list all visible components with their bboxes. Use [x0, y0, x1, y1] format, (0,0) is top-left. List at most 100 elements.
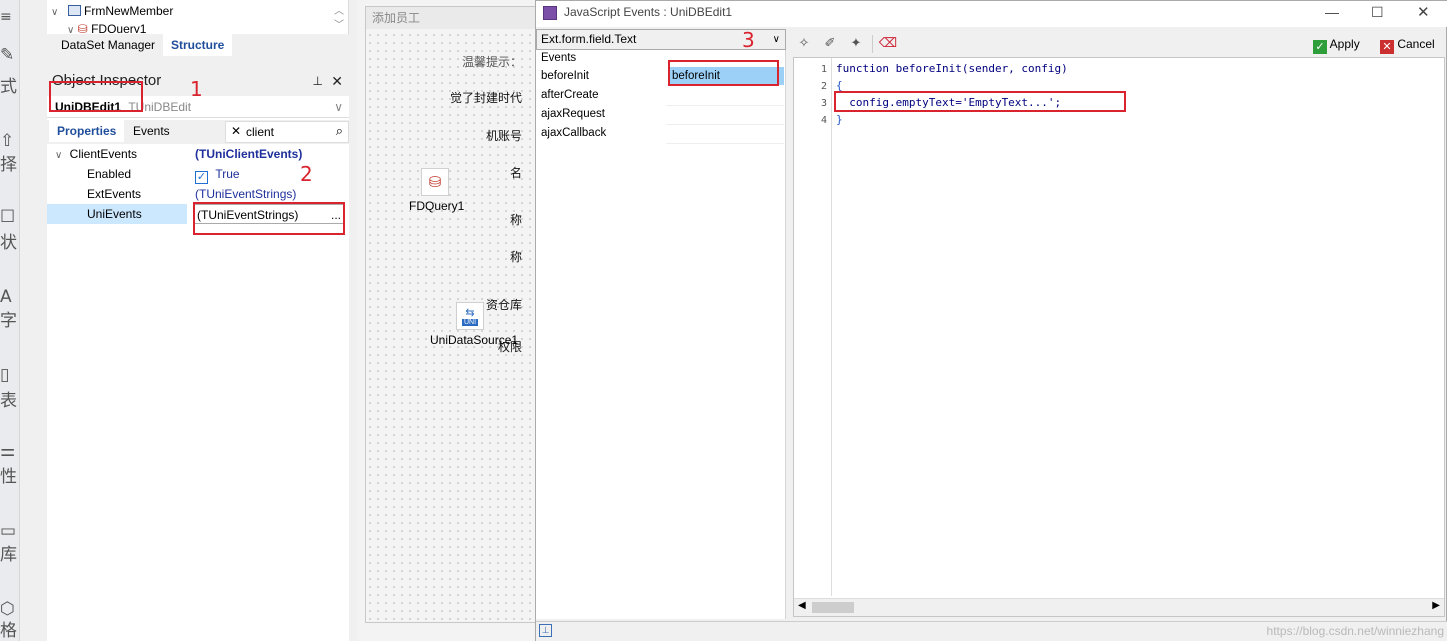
event-list-panel: Ext.form.field.Text ∨ Events beforeInit …	[536, 29, 786, 619]
form-label[interactable]: 名	[510, 164, 522, 181]
property-row[interactable]: ∨ ClientEvents (TUniClientEvents)	[47, 144, 349, 164]
form-label[interactable]: 觉了封建时代	[450, 89, 522, 106]
add-event-icon[interactable]: ✧	[794, 35, 814, 53]
strip-label-library[interactable]: 库	[0, 546, 20, 564]
property-value: (TUniEventStrings)	[195, 187, 297, 201]
form-label[interactable]: 机账号	[486, 127, 522, 144]
title-bar: JavaScript Events : UniDBEdit1 — ☐ ✕	[536, 1, 1447, 27]
tab-properties[interactable]: Properties	[49, 120, 125, 142]
tree-label: FDQuery1	[91, 22, 147, 33]
tab-dataset-manager[interactable]: DataSet Manager	[53, 34, 163, 56]
menu-icon[interactable]: ≡	[0, 8, 20, 26]
cancel-label: Cancel	[1397, 37, 1435, 51]
tab-structure[interactable]: Structure	[163, 34, 233, 56]
scroll-right-icon[interactable]: ▶	[1432, 600, 1440, 611]
left-tool-strip: ≡ ✎ 式 ⇧ 择 ☐ 状 A 字 ▯ 表 ⚌ 性 ▭ 库 ⬡ 格	[0, 0, 20, 641]
search-input[interactable]: client	[246, 125, 274, 139]
annotation-box	[49, 81, 143, 112]
tree-row[interactable]: ∨ ⛁ FDQuery1	[67, 19, 146, 33]
scroll-down-icon[interactable]: ﹀	[334, 16, 344, 31]
apply-button[interactable]: ✓ Apply	[1313, 34, 1360, 54]
row-divider	[666, 124, 784, 125]
property-value-text: True	[215, 167, 240, 181]
strip-label-state[interactable]: 状	[0, 234, 20, 252]
search-icon[interactable]: ⌕	[336, 123, 343, 139]
image-icon[interactable]: ▭	[0, 522, 20, 540]
event-item[interactable]: afterCreate	[541, 86, 599, 105]
strip-label-select[interactable]: 择	[0, 156, 20, 174]
chat-icon[interactable]: ☐	[0, 208, 20, 226]
cancel-icon: ✕	[1380, 40, 1394, 54]
clear-event-icon[interactable]: ⌫	[878, 35, 898, 53]
pin-icon[interactable]: ⊥	[539, 624, 552, 637]
fdquery-component[interactable]: ⛁	[421, 168, 449, 196]
form-label[interactable]: 称	[510, 211, 522, 228]
chevron-down-icon[interactable]: ∨	[67, 25, 74, 33]
property-name: ExtEvents	[87, 187, 142, 201]
strip-label-property[interactable]: 性	[0, 468, 20, 486]
window-title: JavaScript Events : UniDBEdit1	[564, 5, 733, 19]
event-item[interactable]: ajaxRequest	[541, 105, 605, 124]
event-item[interactable]: beforeInit	[541, 67, 589, 86]
status-bar: ⊥ https://blog.csdn.net/winniezhang	[536, 621, 1447, 641]
form-label[interactable]: 称	[510, 248, 522, 265]
property-search[interactable]: ✕ client ⌕	[225, 121, 349, 143]
annotation-box	[668, 60, 779, 86]
apply-label: Apply	[1329, 37, 1360, 51]
close-icon[interactable]: ✕	[1417, 3, 1430, 21]
tree-row[interactable]: ∨ FrmNewMember	[51, 1, 173, 21]
form-canvas[interactable]: 添加员工 温馨提示： 觉了封建时代 机账号 名 称 称 资仓库 权限 ⛁ FDQ…	[365, 6, 538, 623]
maximize-icon[interactable]: ☐	[1371, 4, 1384, 21]
strip-label-grid[interactable]: 格	[0, 622, 20, 640]
strip-label-table[interactable]: 表	[0, 392, 20, 410]
strip-label-text[interactable]: 字	[0, 312, 20, 330]
cancel-button[interactable]: ✕ Cancel	[1380, 34, 1435, 54]
sliders-icon[interactable]: ⚌	[0, 442, 20, 460]
chevron-down-icon[interactable]: ∨	[55, 150, 62, 161]
dataset-icon: ⛁	[77, 22, 88, 33]
object-inspector: Object Inspector ⊥ ✕ UniDBEdit1 TUniDBEd…	[47, 66, 349, 641]
horizontal-scrollbar[interactable]: ◀ ▶	[794, 598, 1444, 616]
pointer-icon[interactable]: ⇧	[0, 132, 20, 150]
pen-icon[interactable]: ✎	[0, 46, 20, 64]
minimize-icon[interactable]: —	[1325, 4, 1339, 20]
code-line[interactable]: function beforeInit(sender, config)	[836, 62, 1068, 75]
text-icon[interactable]: A	[0, 288, 20, 306]
line-number: 4	[820, 115, 827, 126]
scroll-thumb[interactable]	[812, 602, 854, 613]
tree-label: FrmNewMember	[84, 4, 174, 18]
tag-icon[interactable]: ✦	[846, 35, 866, 53]
property-name: ∨ ClientEvents	[47, 144, 187, 164]
form-label[interactable]: 温馨提示：	[462, 53, 522, 70]
chevron-down-icon[interactable]: ∨	[51, 7, 58, 18]
scroll-up-icon[interactable]: ︿	[334, 2, 344, 17]
form-label[interactable]: 资仓库	[486, 296, 522, 313]
table-icon[interactable]: ▯	[0, 366, 20, 384]
pin-icon[interactable]: ⊥	[313, 66, 323, 96]
code-line[interactable]: }	[836, 113, 843, 126]
datasource-component[interactable]: ⇆ UNI	[456, 302, 484, 330]
class-combo-value: Ext.form.field.Text	[541, 32, 637, 46]
row-divider	[666, 105, 784, 106]
component-label: FDQuery1	[409, 199, 465, 213]
tab-events[interactable]: Events	[125, 120, 178, 142]
annotation-box	[834, 91, 1126, 112]
code-editor[interactable]: 1 2 3 4 function beforeInit(sender, conf…	[793, 57, 1445, 617]
property-name-text: ClientEvents	[69, 147, 138, 161]
chevron-down-icon[interactable]: ∨	[773, 30, 780, 49]
clear-icon[interactable]: ✕	[231, 124, 241, 138]
property-value: (TUniClientEvents)	[195, 147, 303, 161]
annotation-number: 1	[190, 77, 203, 101]
scroll-left-icon[interactable]: ◀	[798, 600, 806, 611]
close-icon[interactable]: ✕	[331, 66, 343, 96]
property-value[interactable]: ✓ True	[195, 164, 349, 184]
event-item[interactable]: ajaxCallback	[541, 124, 606, 143]
hex-icon[interactable]: ⬡	[0, 600, 20, 618]
chevron-down-icon[interactable]: ∨	[334, 96, 343, 118]
property-row[interactable]: ExtEvents (TUniEventStrings)	[47, 184, 349, 204]
checkbox-checked-icon[interactable]: ✓	[195, 171, 208, 184]
strip-label-style[interactable]: 式	[0, 78, 20, 96]
edit-event-icon[interactable]: ✐	[820, 35, 840, 53]
component-label: UniDataSource1	[430, 333, 519, 347]
datasource-icon: ⇆	[465, 307, 475, 319]
